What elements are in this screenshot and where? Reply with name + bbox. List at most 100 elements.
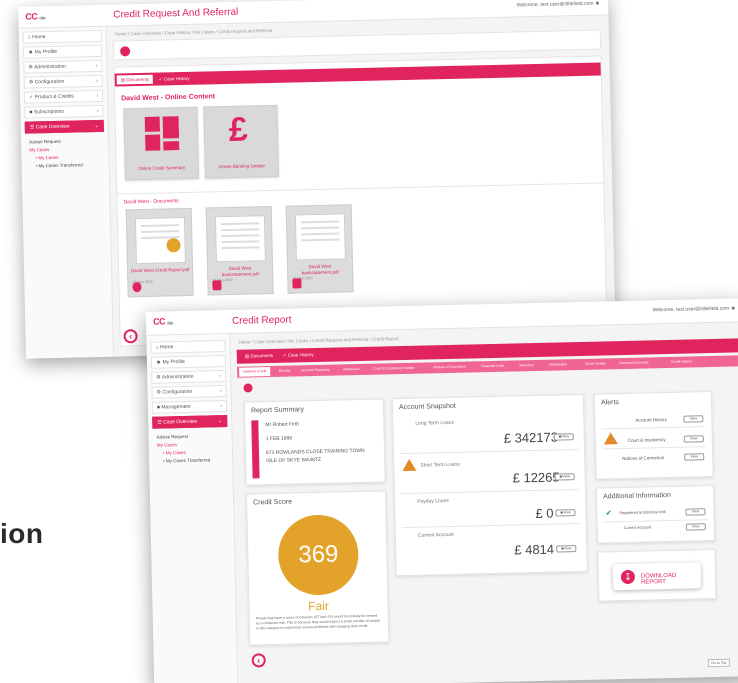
breadcrumb[interactable]: Home / Case Overview / Case History / My… (115, 28, 273, 37)
download-report-button[interactable]: ↧ DOWNLOAD REPORT (612, 562, 702, 591)
document-card[interactable]: David West bankstatement.pdf 20 May 2019 (205, 206, 274, 296)
app-logo[interactable]: CC data (153, 316, 173, 326)
sidebar-item-products[interactable]: ✓ Product & Credits › (24, 89, 104, 104)
status-dot-icon (243, 383, 253, 393)
alert-label: Court & Insolvency (627, 437, 666, 443)
home-icon: ⌂ (27, 34, 31, 41)
view-button[interactable]: View (683, 415, 704, 423)
tile-online-banking-update[interactable]: £ Online Banking Update (203, 104, 280, 179)
sidebar-item-profile[interactable]: ☻ My Profile (150, 355, 227, 369)
top-bar: CC data Credit Request And Referral Welco… (18, 0, 609, 29)
sidebar-item-case-overview[interactable]: ☰ Case Overview ⌄ (152, 415, 228, 429)
tab-addresses[interactable]: Addresses (339, 365, 364, 375)
warning-icon (402, 458, 417, 472)
sidebar-item-administration[interactable]: ⚙ Administration › (151, 370, 227, 384)
check-icon: ✓ (282, 352, 287, 358)
pdf-icon (292, 278, 302, 289)
tab-score-details[interactable]: Score Details (581, 359, 610, 369)
user-icon: ☻ (730, 305, 736, 312)
app-logo[interactable]: CC data (25, 11, 45, 21)
chevron-right-icon: › (96, 107, 99, 114)
tab-searches[interactable]: Searches (515, 361, 538, 371)
view-button[interactable]: View (683, 435, 704, 443)
grid-icon (144, 116, 180, 151)
go-to-top-button[interactable]: Go to Top (707, 658, 730, 668)
view-button[interactable]: View (685, 508, 706, 516)
back-button[interactable]: ‹ (251, 653, 266, 668)
chevron-right-icon: › (95, 62, 98, 69)
snapshot-value: £ 12265 (512, 469, 560, 486)
sidebar-item-administration[interactable]: ⚙ Administration › (23, 59, 103, 74)
score-rating: Fair (308, 598, 329, 614)
chevron-right-icon: › (96, 92, 99, 99)
gear-icon: ⚙ (156, 389, 162, 396)
info-label: Registered at Electoral Roll (619, 510, 666, 516)
sidebar-item-home[interactable]: ⌂ Home (150, 340, 226, 354)
tab-bureau[interactable]: Bureau (275, 366, 294, 375)
tab-documents[interactable]: ▤ Documents (116, 74, 154, 85)
tab-attributable[interactable]: Attributable (545, 360, 571, 370)
tab-case-history[interactable]: ✓ Case History (155, 74, 194, 84)
sidebar-sub-my-cases-list[interactable]: • My Cases (163, 449, 232, 456)
sidebar-sub-my-cases[interactable]: My Cases (29, 146, 108, 152)
sidebar-item-configuration[interactable]: ⚙ Configuration › (151, 385, 227, 399)
sidebar-sub-transferred[interactable]: • My Cases Transferred (36, 162, 109, 168)
snapshot-value: £ 4814 (514, 541, 555, 558)
tab-documents[interactable]: ▤ Documents (241, 351, 277, 361)
section-title: David West - Online Content (121, 93, 216, 103)
user-icon: ☻ (594, 0, 601, 7)
sidebar-item-subscriptions[interactable]: ■ Subscriptions › (24, 104, 104, 119)
documents-title: David West - Documents (123, 198, 179, 206)
product-icon: ✓ (29, 94, 34, 101)
divider (400, 489, 579, 495)
tab-credit-history[interactable]: Credit History (667, 357, 696, 367)
tile-caption: Online Credit Summary (138, 164, 186, 172)
document-card[interactable]: David West bankstatement.pdf 20 May 2019 (285, 204, 354, 294)
view-button[interactable]: View (685, 523, 706, 531)
score-description: People that have a score of between 267 … (255, 613, 381, 631)
sidebar-sub-my-cases[interactable]: My Cases (157, 441, 232, 447)
tab-notices[interactable]: Notices of Correction (429, 362, 470, 372)
list-icon: ☰ (29, 124, 35, 131)
chevron-left-icon: ‹ (257, 655, 261, 666)
sidebar-item-case-overview[interactable]: ☰ Case Overview ⌄ (24, 119, 104, 134)
tab-case-history[interactable]: ✓ Case History (279, 350, 318, 360)
sidebar-item-configuration[interactable]: ⚙ Configuration › (23, 74, 103, 89)
sidebar-sub-advise-request[interactable]: Advise Request (29, 138, 108, 145)
document-icon: ▤ (244, 353, 250, 359)
tab-financial-links[interactable]: Financial Links (477, 362, 508, 372)
user-greeting[interactable]: Welcome, test.user@littlefield.com ☻ (652, 305, 735, 313)
download-icon: ↧ (620, 569, 636, 585)
view-button[interactable]: ◉View (553, 433, 574, 441)
tab-historical-accounts[interactable]: Historical Accounts (615, 358, 653, 368)
snapshot-label: Short Term Loans (420, 461, 460, 469)
tab-account-summary[interactable]: Account Summary (297, 366, 334, 376)
sidebar-sub-transferred[interactable]: • My Cases Transferred (163, 457, 232, 463)
sidebar-sub-advise-request[interactable]: Advise Request (157, 433, 232, 440)
sidebar-item-management[interactable]: ■ Management › (151, 400, 228, 414)
breadcrumb[interactable]: Home / Case Overview / My Cases / Credit… (238, 336, 398, 345)
view-button[interactable]: ◉View (555, 509, 576, 517)
chevron-left-icon: ‹ (128, 331, 133, 342)
view-button[interactable]: View (684, 453, 705, 461)
sidebar-sub-my-cases-list[interactable]: • My Cases (35, 154, 108, 161)
sidebar-item-profile[interactable]: ☻ My Profile (22, 44, 103, 59)
credit-score-card: Credit Score 369 Fair People that have a… (245, 490, 390, 646)
admin-icon: ⚙ (28, 64, 34, 71)
document-card[interactable]: David West Credit Report.pdf 20 May 2019 (125, 207, 194, 298)
view-button[interactable]: ◉View (556, 545, 577, 553)
tab-network-credit[interactable]: Network Credit (239, 367, 271, 377)
summary-address-line2: ISLE OF SKYE WA48TZ (266, 456, 322, 465)
page-title: Credit Request And Referral (113, 6, 239, 21)
download-card: ↧ DOWNLOAD REPORT (597, 548, 717, 602)
management-icon: ■ (156, 404, 161, 411)
document-thumbnail (134, 217, 186, 265)
tab-court-insolvency[interactable]: Court & Insolvency Details (369, 364, 418, 374)
view-button[interactable]: ◉View (554, 473, 575, 481)
user-greeting[interactable]: Welcome, test.user@littlefield.com ☻ (517, 1, 600, 9)
sidebar-item-home[interactable]: ⌂ Home (22, 29, 102, 44)
credit-report-window: CC data Credit Report Welcome, test.user@… (145, 298, 738, 683)
admin-icon: ⚙ (156, 374, 161, 381)
divider (400, 449, 579, 455)
tile-online-credit-summary[interactable]: Online Credit Summary (123, 106, 200, 181)
